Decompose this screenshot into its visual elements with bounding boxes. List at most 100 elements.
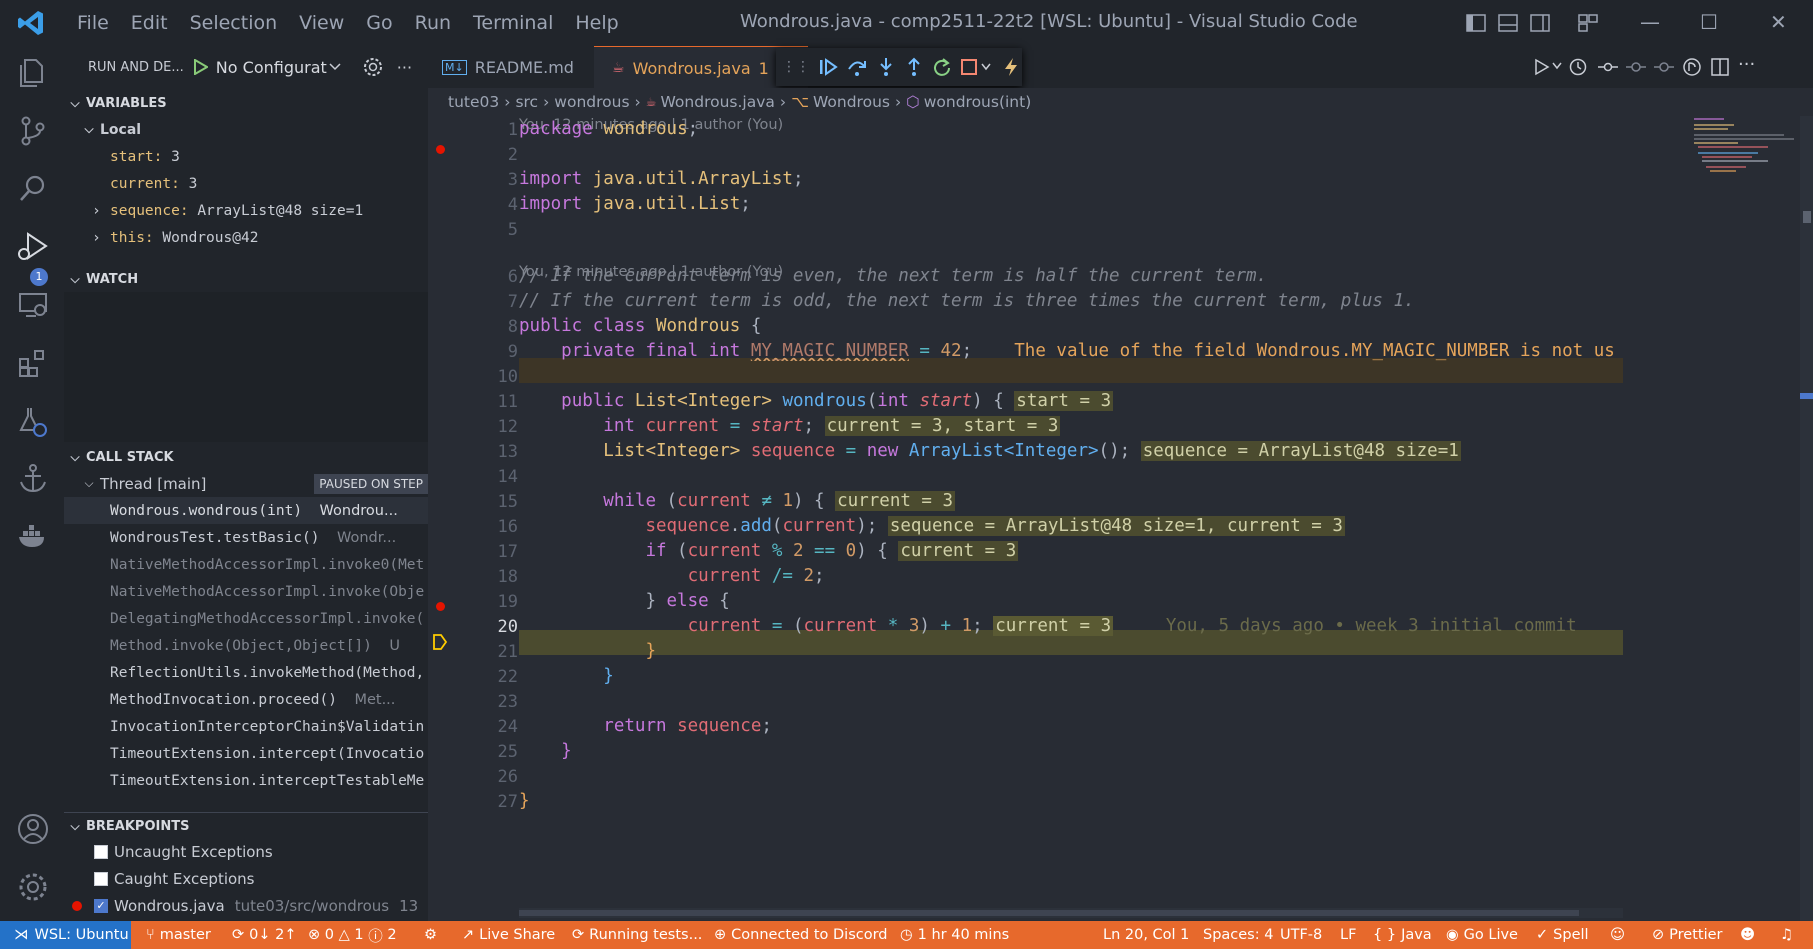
discord-status[interactable]: ⊕ Connected to Discord xyxy=(714,921,888,949)
breadcrumb-folder[interactable]: tute03 xyxy=(448,93,499,111)
code-editor[interactable]: You, 12 minutes ago | 1 author (You) You… xyxy=(428,116,1813,921)
git-commit-icon[interactable] xyxy=(1626,57,1646,77)
run-java-icon[interactable] xyxy=(1534,58,1550,76)
step-into-icon[interactable] xyxy=(876,57,896,77)
stack-frame[interactable]: ReflectionUtils.invokeMethod(Method, xyxy=(64,659,474,686)
line-ending[interactable]: LF xyxy=(1340,921,1356,949)
drag-handle-icon[interactable]: ⋮⋮ xyxy=(782,59,810,75)
toggle-panel-icon[interactable] xyxy=(1498,13,1518,33)
breadcrumb-folder[interactable]: wondrous xyxy=(554,93,629,111)
git-sync[interactable]: ⟳ 0↓ 2↑ xyxy=(232,921,297,949)
feedback-icon[interactable]: ☻ xyxy=(1740,921,1755,949)
cursor-position[interactable]: Ln 20, Col 1 xyxy=(1103,921,1189,949)
run-and-debug-icon[interactable] xyxy=(16,230,50,264)
language-mode[interactable]: { } Java xyxy=(1373,921,1432,949)
call-stack-section-header[interactable]: ⌵ CALL STACK xyxy=(64,444,428,470)
minimize-icon[interactable]: — xyxy=(1640,10,1660,34)
breakpoint-row[interactable]: ✓ Wondrous.java tute03/src/wondrous 13 xyxy=(64,892,436,919)
anchor-icon[interactable] xyxy=(16,462,50,496)
start-debugging-icon[interactable] xyxy=(193,59,208,75)
menu-go[interactable]: Go xyxy=(355,12,403,34)
continue-icon[interactable] xyxy=(818,57,838,77)
minimap[interactable] xyxy=(1690,116,1798,176)
toggle-sidebar-icon[interactable] xyxy=(1466,13,1486,33)
stack-frame[interactable]: Method.invoke(Object,Object[]) U xyxy=(64,632,474,659)
horizontal-scrollbar[interactable] xyxy=(519,908,1623,918)
git-compare-icon[interactable] xyxy=(1598,57,1618,77)
menu-selection[interactable]: Selection xyxy=(179,12,289,34)
horizontal-scrollbar-thumb[interactable] xyxy=(519,910,1579,916)
split-editor-icon[interactable] xyxy=(1710,57,1730,77)
breakpoint-checkbox[interactable] xyxy=(94,844,108,859)
breakpoint-checkbox[interactable] xyxy=(94,871,108,886)
vertical-scrollbar[interactable] xyxy=(1800,116,1813,921)
chevron-down-icon[interactable] xyxy=(329,62,341,72)
close-window-icon[interactable]: ✕ xyxy=(1770,10,1787,34)
problems-indicator[interactable]: ⊗ 0 △ 1 ⓘ 2 xyxy=(308,921,397,949)
breadcrumb-method[interactable]: wondrous(int) xyxy=(924,93,1032,111)
open-launch-json-icon[interactable] xyxy=(363,57,383,77)
timeline-history-icon[interactable] xyxy=(1568,57,1588,77)
breakpoint-row[interactable]: Uncaught Exceptions xyxy=(64,838,458,865)
step-out-icon[interactable] xyxy=(904,57,924,77)
testing-icon[interactable] xyxy=(16,404,50,438)
variable-row[interactable]: current: 3 xyxy=(64,170,474,197)
menu-view[interactable]: View xyxy=(288,12,355,34)
breakpoints-section-header[interactable]: ⌵ BREAKPOINTS xyxy=(64,812,428,839)
menu-file[interactable]: File xyxy=(66,12,120,34)
stack-frame[interactable]: DelegatingMethodAccessorImpl.invoke( xyxy=(64,605,474,632)
breadcrumb-class[interactable]: Wondrous xyxy=(813,93,890,111)
settings-gear-icon[interactable] xyxy=(16,870,50,904)
breakpoint-row[interactable]: Caught Exceptions xyxy=(64,865,458,892)
toggle-secondary-sidebar-icon[interactable] xyxy=(1530,13,1550,33)
variable-row[interactable]: › sequence: ArrayList@48 size=1 xyxy=(64,197,456,224)
customize-layout-icon[interactable] xyxy=(1578,13,1598,33)
breadcrumb-file[interactable]: Wondrous.java xyxy=(661,93,775,111)
restart-icon[interactable] xyxy=(932,57,952,77)
prettier[interactable]: ⊘ Prettier xyxy=(1652,921,1723,949)
breakpoint-checkbox-checked[interactable]: ✓ xyxy=(94,898,108,913)
stack-frame[interactable]: WondrousTest.testBasic() Wondr... xyxy=(64,524,474,551)
explorer-icon[interactable] xyxy=(16,56,50,90)
menu-help[interactable]: Help xyxy=(564,12,629,34)
menu-edit[interactable]: Edit xyxy=(120,12,179,34)
breadcrumb-folder[interactable]: src xyxy=(515,93,538,111)
indentation[interactable]: Spaces: 4 xyxy=(1203,921,1273,949)
stack-frame[interactable]: Wondrous.wondrous(int) Wondrou... xyxy=(64,497,474,524)
stack-frame[interactable]: TimeoutExtension.intercept(Invocatio xyxy=(64,740,474,767)
stack-frame[interactable]: InvocationInterceptorChain$Validatin xyxy=(64,713,474,740)
live-share[interactable]: ↗ Live Share xyxy=(462,921,555,949)
more-actions-icon[interactable]: ··· xyxy=(397,58,412,77)
step-over-icon[interactable] xyxy=(846,57,868,77)
debug-status-icon[interactable]: ⚙ xyxy=(424,921,437,949)
encoding[interactable]: UTF-8 xyxy=(1280,921,1322,949)
git-branch[interactable]: ⑂ master xyxy=(146,921,211,949)
scrollbar-thumb[interactable] xyxy=(1803,211,1811,223)
accounts-icon[interactable] xyxy=(16,812,50,846)
hot-code-replace-icon[interactable] xyxy=(1003,57,1019,77)
gitlens-inspect-icon[interactable] xyxy=(1682,57,1702,77)
remote-indicator[interactable]: ⋊ WSL: Ubuntu xyxy=(0,921,131,949)
notifications-bell-icon[interactable]: ♫ xyxy=(1780,921,1793,949)
watch-section-header[interactable]: ⌵ WATCH xyxy=(64,266,428,292)
source-control-icon[interactable] xyxy=(16,114,50,148)
menu-run[interactable]: Run xyxy=(404,12,462,34)
docker-icon[interactable] xyxy=(16,520,50,554)
debug-config-select[interactable]: No Configurat xyxy=(216,58,327,77)
stop-icon[interactable] xyxy=(960,58,978,76)
scope-local[interactable]: ⌵ Local xyxy=(64,116,442,143)
variable-row[interactable]: start: 3 xyxy=(64,143,474,170)
editor-more-actions-icon[interactable]: ··· xyxy=(1738,54,1755,75)
thread-row[interactable]: ⌵ Thread [main] PAUSED ON STEP xyxy=(64,470,442,497)
menu-terminal[interactable]: Terminal xyxy=(462,12,564,34)
copilot-icon[interactable]: ☺ xyxy=(1610,921,1625,949)
stack-frame[interactable]: NativeMethodAccessorImpl.invoke(Obje xyxy=(64,578,474,605)
spell-check[interactable]: ✓ Spell xyxy=(1536,921,1589,949)
extensions-icon[interactable] xyxy=(16,346,50,380)
chevron-down-icon[interactable] xyxy=(981,63,991,71)
search-icon[interactable] xyxy=(16,172,50,206)
variable-row[interactable]: › this: Wondrous@42 xyxy=(64,224,456,251)
chevron-down-icon[interactable] xyxy=(1552,62,1562,70)
variables-section-header[interactable]: ⌵ VARIABLES xyxy=(64,90,428,116)
stack-frame[interactable]: NativeMethodAccessorImpl.invoke0(Met xyxy=(64,551,474,578)
